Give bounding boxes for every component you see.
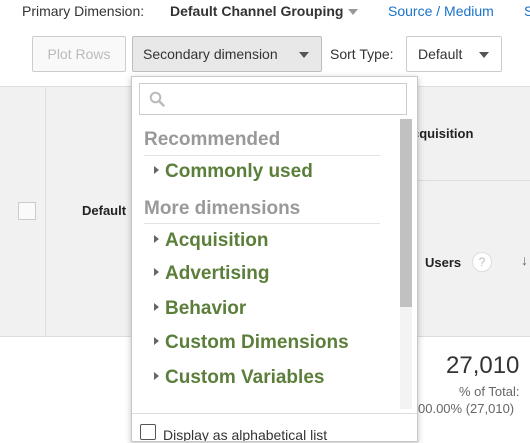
expand-triangle-icon xyxy=(154,165,159,174)
alphabetical-list-label[interactable]: Display as alphabetical list xyxy=(163,427,327,441)
search-icon xyxy=(149,91,165,107)
primary-dimension-bar: Primary Dimension: Default Channel Group… xyxy=(0,0,530,24)
help-icon[interactable]: ? xyxy=(472,252,492,272)
sort-type-value: Default xyxy=(418,46,463,62)
column-header-default[interactable]: Default xyxy=(82,203,126,218)
list-item-custom-variables[interactable]: Custom Variables xyxy=(154,367,324,389)
sort-type-label: Sort Type: xyxy=(330,46,394,62)
dropdown-footer-divider xyxy=(132,413,417,414)
list-item-label: Acquisition xyxy=(165,230,269,251)
list-item-advertising[interactable]: Advertising xyxy=(154,263,270,285)
total-percent-value: 00.00% (27,010) xyxy=(418,401,515,416)
section-more-dimensions: More dimensions xyxy=(144,198,301,219)
list-item-commonly-used[interactable]: Commonly used xyxy=(154,161,313,183)
sort-type-select[interactable]: Default xyxy=(406,36,502,72)
total-users-value: 27,010 xyxy=(446,352,520,379)
scrollbar-thumb[interactable] xyxy=(400,119,412,307)
column-group-divider xyxy=(405,180,530,181)
list-item-label: Advertising xyxy=(165,263,270,284)
list-item-custom-dimensions[interactable]: Custom Dimensions xyxy=(154,332,349,354)
primary-dimension-value[interactable]: Default Channel Grouping xyxy=(170,3,343,19)
sort-arrow-icon[interactable]: ↓ xyxy=(521,252,528,268)
total-percent-label: % of Total: xyxy=(459,384,520,399)
table-toolbar: Plot Rows Secondary dimension Sort Type:… xyxy=(0,36,530,80)
chevron-down-icon xyxy=(479,52,489,58)
list-item-label: Behavior xyxy=(165,298,247,319)
list-item-label: Commonly used xyxy=(165,161,313,182)
section-divider xyxy=(144,155,380,156)
column-header-users[interactable]: Users xyxy=(425,255,461,270)
expand-triangle-icon xyxy=(154,302,159,311)
primary-dimension-label: Primary Dimension: xyxy=(22,3,145,19)
secondary-dimension-label: Secondary dimension xyxy=(143,46,278,62)
alphabetical-list-checkbox[interactable] xyxy=(140,424,156,440)
chevron-down-icon xyxy=(299,52,309,58)
list-item-label: Custom Dimensions xyxy=(165,332,349,353)
chevron-down-icon[interactable] xyxy=(348,9,358,15)
next-dimension-link[interactable]: S xyxy=(524,3,530,19)
dropdown-scrollbar[interactable] xyxy=(400,119,412,409)
select-all-checkbox[interactable] xyxy=(18,202,36,220)
search-input[interactable] xyxy=(170,88,404,112)
expand-triangle-icon xyxy=(154,267,159,276)
expand-triangle-icon xyxy=(154,336,159,345)
secondary-dimension-dropdown: Recommended Commonly used More dimension… xyxy=(131,76,418,442)
dimension-search-box[interactable] xyxy=(139,83,407,115)
list-item-behavior[interactable]: Behavior xyxy=(154,298,246,320)
expand-triangle-icon xyxy=(154,234,159,243)
expand-triangle-icon xyxy=(154,371,159,380)
column-group-acquisition: cquisition xyxy=(412,126,474,141)
secondary-dimension-button[interactable]: Secondary dimension xyxy=(132,36,322,72)
plot-rows-button[interactable]: Plot Rows xyxy=(32,36,126,72)
column-divider xyxy=(45,87,46,337)
section-recommended: Recommended xyxy=(144,129,281,150)
list-item-label: Custom Variables xyxy=(165,367,325,388)
section-divider xyxy=(144,223,380,224)
source-medium-link[interactable]: Source / Medium xyxy=(388,3,494,19)
list-item-acquisition[interactable]: Acquisition xyxy=(154,230,268,252)
